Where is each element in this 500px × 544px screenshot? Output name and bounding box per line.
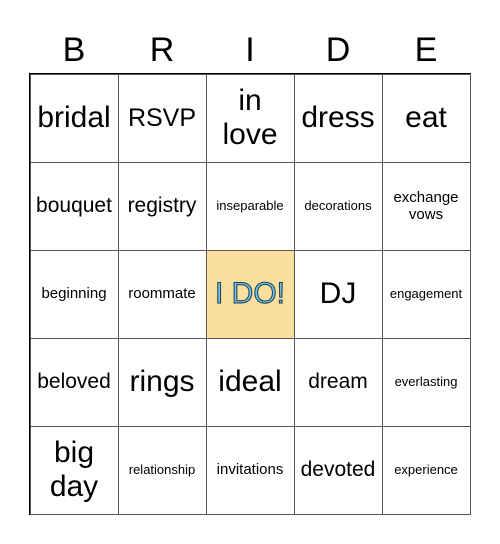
bingo-cell[interactable]: ideal xyxy=(205,337,295,427)
bingo-cell[interactable]: dress xyxy=(293,73,383,163)
bingo-cell[interactable]: devoted xyxy=(293,425,383,515)
header-letter: R xyxy=(149,31,175,69)
bingo-cell[interactable]: eat xyxy=(381,73,471,163)
header-letter: B xyxy=(62,31,86,69)
bingo-header: B R I D E xyxy=(30,28,470,72)
header-letter: D xyxy=(325,31,351,69)
bingo-cell[interactable]: dream xyxy=(293,337,383,427)
bingo-cell[interactable]: experience xyxy=(381,425,471,515)
bingo-cell[interactable]: in love xyxy=(205,73,295,163)
bingo-cell[interactable]: bridal xyxy=(29,73,119,163)
bingo-cell[interactable]: big day xyxy=(29,425,119,515)
free-space-cell[interactable]: I DO! xyxy=(205,249,295,339)
bingo-cell[interactable]: inseparable xyxy=(205,161,295,251)
bingo-cell[interactable]: registry xyxy=(117,161,207,251)
header-letter: E xyxy=(414,31,438,69)
bingo-cell[interactable]: invitations xyxy=(205,425,295,515)
bingo-cell[interactable]: rings xyxy=(117,337,207,427)
header-letter: I xyxy=(245,31,255,69)
bingo-cell[interactable]: relationship xyxy=(117,425,207,515)
bingo-cell[interactable]: decorations xyxy=(293,161,383,251)
bingo-cell[interactable]: everlasting xyxy=(381,337,471,427)
bingo-cell[interactable]: bouquet xyxy=(29,161,119,251)
bingo-cell[interactable]: DJ xyxy=(293,249,383,339)
bingo-cell[interactable]: roommate xyxy=(117,249,207,339)
bingo-grid: bridal RSVP in love dress eat bouquet registry… xyxy=(29,73,471,515)
bingo-cell[interactable]: RSVP xyxy=(117,73,207,163)
bingo-cell[interactable]: beloved xyxy=(29,337,119,427)
bingo-cell[interactable]: beginning xyxy=(29,249,119,339)
bingo-cell[interactable]: exchange vows xyxy=(381,161,471,251)
bingo-cell[interactable]: engagement xyxy=(381,249,471,339)
